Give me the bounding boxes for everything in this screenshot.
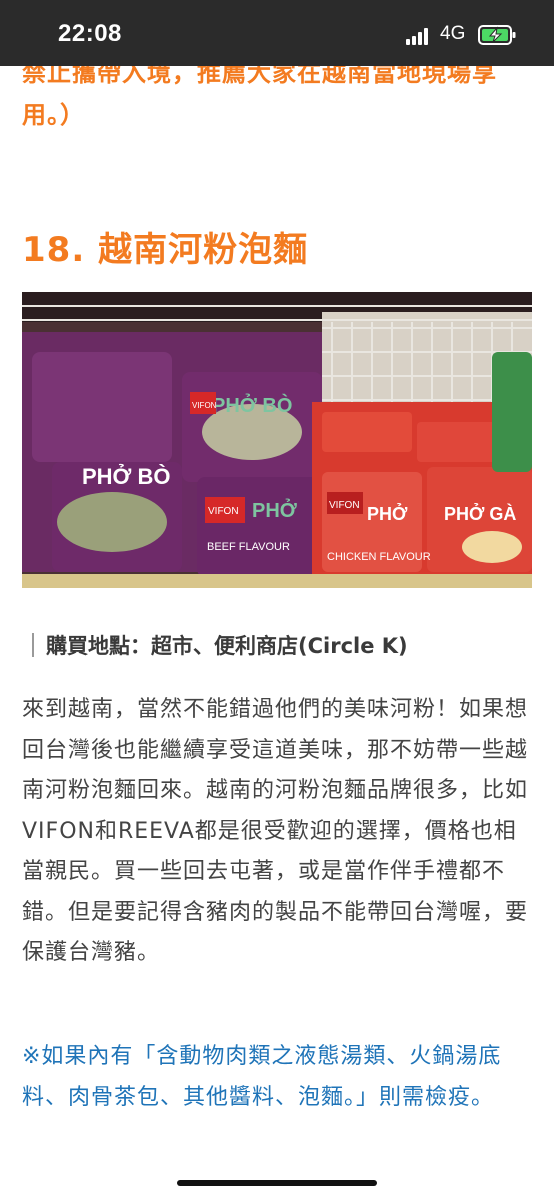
quote-bar bbox=[32, 633, 34, 657]
svg-text:PHỞ: PHỞ bbox=[367, 503, 408, 524]
svg-text:VIFON: VIFON bbox=[208, 506, 239, 517]
section-title: 18. 越南河粉泡麵 bbox=[22, 230, 309, 270]
purchase-location: 購買地點：超市、便利商店(Circle K) bbox=[22, 630, 408, 660]
quarantine-note: ※如果內有「含動物肉類之液態湯類、火鍋湯底料、肉骨茶包、其他醬料、泡麵。」則需檢… bbox=[22, 1044, 502, 1110]
status-time: 22:08 bbox=[58, 20, 122, 47]
svg-text:BEEF FLAVOUR: BEEF FLAVOUR bbox=[207, 541, 290, 553]
svg-text:PHỞ BÒ: PHỞ BÒ bbox=[212, 393, 292, 417]
instant-noodle-shelf-photo: PHỞ BÒ PHỞ BÒ VIFON VIFON PHỞ BEEF FLAVO… bbox=[22, 292, 532, 588]
battery-charging-icon bbox=[478, 24, 518, 46]
signal-bars-icon bbox=[406, 27, 432, 45]
purchase-location-text: 購買地點：超市、便利商店(Circle K) bbox=[46, 634, 408, 658]
body-paragraph: 來到越南，當然不能錯過他們的美味河粉！如果想回台灣後也能繼續享受這道美味，那不妨… bbox=[22, 697, 529, 965]
status-bar: 22:08 4G bbox=[0, 0, 554, 66]
svg-text:CHICKEN FLAVOUR: CHICKEN FLAVOUR bbox=[327, 551, 431, 563]
svg-text:PHỞ: PHỞ bbox=[252, 498, 298, 522]
home-indicator[interactable] bbox=[177, 1180, 377, 1186]
svg-text:PHỞ GÀ: PHỞ GÀ bbox=[444, 503, 516, 524]
svg-text:PHỞ BÒ: PHỞ BÒ bbox=[82, 464, 170, 489]
svg-text:VIFON: VIFON bbox=[329, 500, 360, 511]
network-type: 4G bbox=[440, 23, 466, 44]
svg-text:VIFON: VIFON bbox=[192, 401, 217, 410]
